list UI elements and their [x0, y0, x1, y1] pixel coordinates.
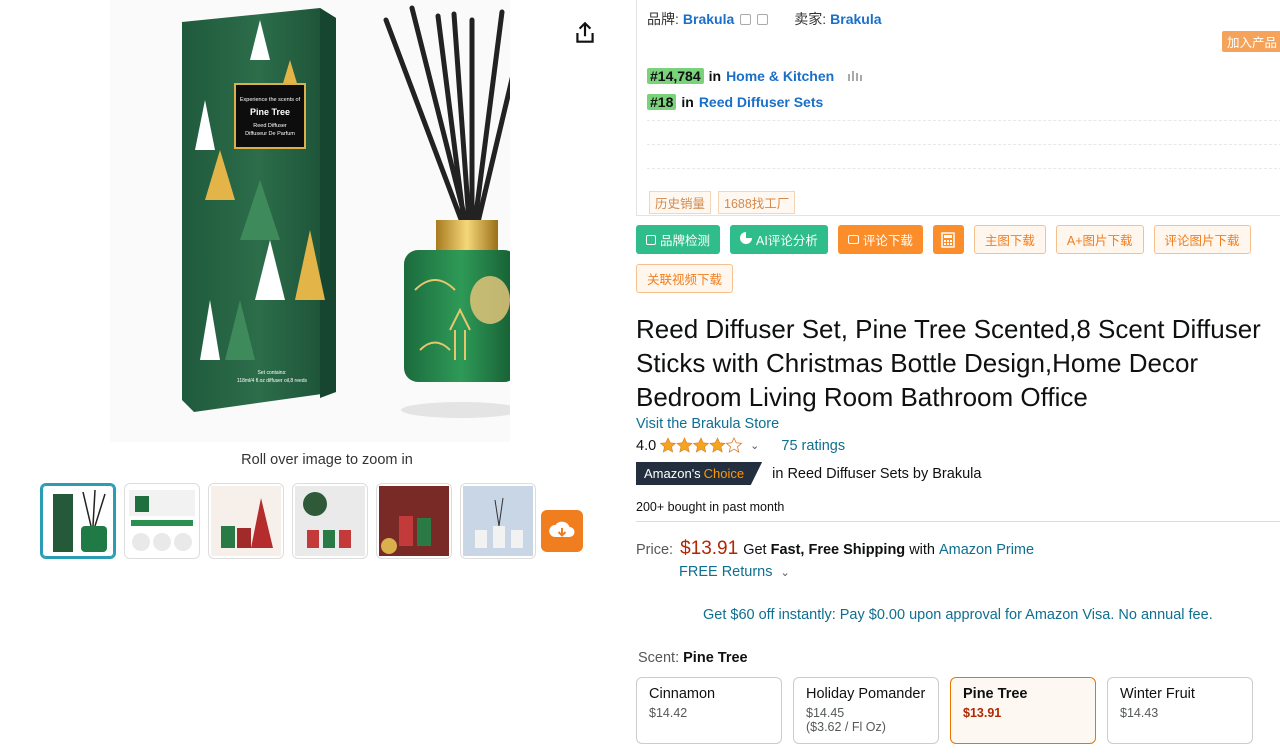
- sales-history-tag[interactable]: 历史销量: [649, 191, 712, 214]
- factory-1688-tag[interactable]: 1688找工厂: [718, 191, 796, 214]
- scent-name: Holiday Pomander: [806, 686, 926, 702]
- free-returns-label: FREE Returns: [679, 564, 773, 580]
- rank-row-1: #14,784 in Home & Kitchen: [647, 68, 863, 84]
- ai-review-button[interactable]: AI评论分析: [730, 225, 828, 254]
- seller-label: 卖家:: [794, 11, 827, 27]
- seller-link[interactable]: Brakula: [830, 11, 881, 27]
- scent-label: Scent: Pine Tree: [638, 650, 748, 666]
- scent-option-pine-tree[interactable]: Pine Tree $13.91: [950, 677, 1096, 744]
- choice-prefix: Amazon's: [644, 466, 701, 481]
- brand-label: 品牌:: [647, 11, 679, 27]
- calculator-icon[interactable]: [932, 225, 964, 254]
- divider: [636, 521, 1280, 522]
- brand-check-label: 品牌检测: [660, 234, 711, 248]
- thumbnail-2[interactable]: [124, 483, 200, 559]
- scent-options: Cinnamon $14.42 Holiday Pomander $14.45 …: [636, 677, 1253, 744]
- divider: [647, 144, 1280, 145]
- box-subtitle-2: Diffuseur De Parfum: [245, 131, 295, 137]
- amazons-choice-badge: Amazon's Choice: [636, 462, 763, 485]
- external-link-icon[interactable]: [757, 13, 769, 25]
- divider: [647, 120, 1280, 121]
- ship-prefix: Get: [743, 542, 767, 558]
- amazon-prime-link[interactable]: Amazon Prime: [939, 542, 1034, 558]
- rating-value: 4.0: [636, 437, 657, 454]
- store-link[interactable]: Visit the Brakula Store: [636, 416, 779, 432]
- rank-in: in: [681, 94, 694, 110]
- comment-icon: [847, 235, 859, 244]
- scent-unit-price: ($3.62 / Fl Oz): [806, 720, 886, 734]
- review-download-label: 评论下载: [862, 234, 913, 248]
- box-name: Pine Tree: [250, 107, 290, 117]
- thumbnail-6[interactable]: [460, 483, 536, 559]
- scent-price: $14.43: [1120, 706, 1159, 720]
- scent-label-text: Scent:: [638, 650, 680, 666]
- product-title: Reed Diffuser Set, Pine Tree Scented,8 S…: [636, 314, 1261, 412]
- ratings-count-link[interactable]: 75 ratings: [781, 438, 845, 454]
- box-contents-label: Set contains:: [258, 370, 287, 376]
- chevron-down-icon: ⌄: [780, 567, 790, 579]
- scent-name: Winter Fruit: [1120, 686, 1195, 702]
- rank-row-2: #18 in Reed Diffuser Sets: [647, 94, 823, 110]
- star-rating[interactable]: [660, 437, 744, 454]
- zoom-hint: Roll over image to zoom in: [241, 452, 413, 468]
- copy-icon[interactable]: [740, 13, 752, 25]
- thumbnail-strip: [40, 483, 536, 559]
- brand-seller-row: 品牌: Brakula 卖家: Brakula: [647, 9, 882, 29]
- thumbnail-4[interactable]: [292, 483, 368, 559]
- price-row: Price: $13.91 Get Fast, Free Shipping wi…: [636, 538, 1034, 560]
- pie-icon: [740, 232, 753, 247]
- rank-in: in: [708, 68, 722, 84]
- scent-option-cinnamon[interactable]: Cinnamon $14.42: [636, 677, 782, 744]
- brand-link[interactable]: Brakula: [683, 11, 734, 27]
- scent-price: $14.42: [649, 706, 688, 720]
- video-download-button[interactable]: 关联视频下载: [636, 264, 734, 293]
- cloud-download-icon[interactable]: [541, 510, 583, 552]
- bought-past-month: 200+ bought in past month: [636, 500, 785, 514]
- scent-price: $13.91: [963, 706, 1002, 720]
- thumbnail-3[interactable]: [208, 483, 284, 559]
- main-product-image[interactable]: Experience the scents of Pine Tree Reed …: [110, 0, 510, 442]
- review-image-download-button[interactable]: 评论图片下载: [1153, 225, 1251, 254]
- ship-with: with: [909, 542, 935, 558]
- plugin-button-row: 品牌检测 AI评论分析 评论下载 主图下载 A+图片下载 评论图片下载 关联视频…: [636, 225, 1276, 293]
- scent-name: Pine Tree: [963, 686, 1028, 702]
- rating-row: 4.0 ⌄ 75 ratings: [636, 437, 845, 454]
- choice-text: in Reed Diffuser Sets by Brakula: [772, 465, 982, 482]
- plugin-panel: 品牌: Brakula 卖家: Brakula 加入产品 #14,784 in …: [636, 0, 1280, 216]
- bar-chart-icon[interactable]: [847, 68, 863, 84]
- box-contents: 118ml/4 fl.oz diffuser oil,8 reeds: [237, 378, 308, 384]
- thumbnail-5[interactable]: [376, 483, 452, 559]
- shipping-text: Get Fast, Free Shipping with: [743, 542, 935, 558]
- scent-option-winter-fruit[interactable]: Winter Fruit $14.43: [1107, 677, 1253, 744]
- price-value: $13.91: [680, 538, 739, 559]
- aplus-download-button[interactable]: A+图片下载: [1055, 225, 1144, 254]
- rank-number: #18: [647, 94, 677, 110]
- rank-category-link[interactable]: Home & Kitchen: [726, 68, 834, 84]
- box-heading: Experience the scents of: [240, 97, 301, 103]
- thumbnail-1[interactable]: [40, 483, 116, 559]
- add-product-button[interactable]: 加入产品: [1222, 31, 1280, 52]
- main-image-download-button[interactable]: 主图下载: [973, 225, 1046, 254]
- free-returns-link[interactable]: FREE Returns ⌄: [679, 564, 790, 580]
- square-icon: [646, 234, 656, 245]
- choice-suffix: Choice: [703, 466, 745, 481]
- rank-number: #14,784: [647, 68, 704, 84]
- amazons-choice-row: Amazon's Choice in Reed Diffuser Sets by…: [636, 462, 981, 485]
- box-subtitle: Reed Diffuser: [253, 123, 287, 129]
- price-label: Price:: [636, 542, 674, 558]
- rank-category-link[interactable]: Reed Diffuser Sets: [699, 94, 823, 110]
- star-icon: [660, 437, 677, 453]
- review-download-button[interactable]: 评论下载: [837, 225, 923, 254]
- visa-offer-link[interactable]: Get $60 off instantly: Pay $0.00 upon ap…: [703, 607, 1213, 623]
- scent-price: $14.45: [806, 706, 845, 720]
- brand-check-button[interactable]: 品牌检测: [636, 225, 721, 254]
- ship-bold: Fast, Free Shipping: [770, 542, 906, 558]
- ai-review-label: AI评论分析: [756, 234, 818, 248]
- chevron-down-icon[interactable]: ⌄: [750, 439, 759, 452]
- scent-option-holiday-pomander[interactable]: Holiday Pomander $14.45 ($3.62 / Fl Oz): [793, 677, 939, 744]
- divider: [647, 168, 1280, 169]
- scent-name: Cinnamon: [649, 686, 716, 702]
- scent-selected: Pine Tree: [683, 650, 748, 666]
- share-icon[interactable]: [572, 20, 598, 46]
